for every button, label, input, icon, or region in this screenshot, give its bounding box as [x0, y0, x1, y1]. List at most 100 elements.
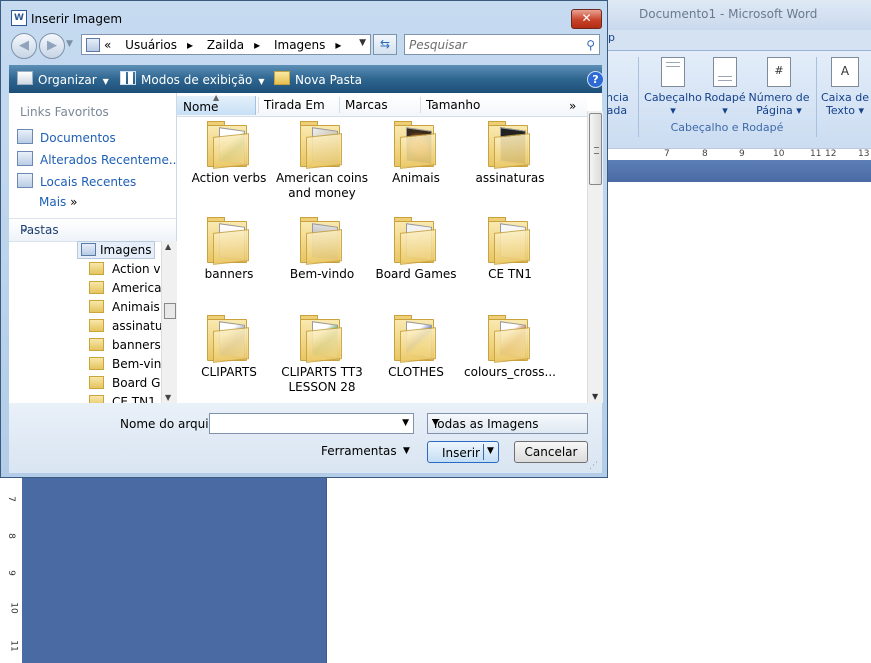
column-name[interactable]: ▲ Nome — [177, 93, 256, 115]
tree-item[interactable]: banners — [89, 338, 161, 352]
insert-options-dropdown-icon[interactable]: ▼ — [487, 446, 494, 456]
back-button[interactable]: ◀ — [11, 33, 37, 59]
search-input[interactable] — [409, 37, 574, 52]
address-dropdown-icon[interactable]: ▼ — [359, 38, 366, 48]
tree-item[interactable]: assinatur — [89, 319, 161, 333]
folder-item[interactable]: CLIPARTS — [177, 315, 281, 380]
breadcrumb-chevron-icon[interactable]: ▸ — [335, 38, 341, 52]
folder-item[interactable]: colours_cross... — [458, 315, 562, 380]
document-page[interactable] — [326, 478, 609, 663]
new-folder-label: Nova Pasta — [295, 73, 362, 87]
more-columns-icon[interactable]: » — [569, 99, 576, 113]
footer-button[interactable]: Rodapé ▾ — [704, 57, 746, 117]
tree-item[interactable]: Action v — [89, 262, 161, 276]
filetype-select[interactable]: Todas as Imagens ▼ — [427, 413, 588, 434]
page-number-button[interactable]: # Número de Página ▾ — [748, 57, 810, 117]
favorite-label: Locais Recentes — [40, 175, 137, 189]
folder-tree: Imagens Action v America Animais assinat… — [9, 241, 161, 403]
ruler-number: 13 — [858, 149, 870, 159]
refresh-button[interactable]: ⇆ — [373, 34, 397, 55]
folder-icon — [300, 217, 344, 265]
tree-label: Imagens — [100, 243, 152, 257]
document-page[interactable] — [608, 182, 871, 663]
column-tags[interactable]: Marcas — [339, 97, 420, 113]
favorite-documents[interactable]: Documentos — [17, 129, 116, 145]
views-button[interactable]: Modos de exibição ▼ — [120, 71, 265, 87]
favorite-recent-places[interactable]: Locais Recentes — [17, 173, 136, 189]
text-box-button[interactable]: A Caixa de Texto ▾ — [820, 57, 870, 117]
chevron-down-icon[interactable]: ▼ — [432, 418, 582, 428]
organize-button[interactable]: Organizar ▼ — [17, 71, 109, 87]
filename-input[interactable] — [213, 416, 393, 431]
tree-label: America — [112, 281, 161, 295]
group-separator — [638, 57, 639, 137]
scroll-down-icon[interactable]: ▼ — [592, 392, 598, 401]
tree-item[interactable]: Board Ga — [89, 376, 161, 390]
folder-tree-scrollbar[interactable]: ▲ ▼ — [161, 241, 177, 403]
search-icon[interactable]: ⚲ — [586, 38, 595, 52]
folder-item[interactable]: CLOTHES — [364, 315, 468, 380]
folder-item[interactable]: CLIPARTS TT3 LESSON 28 — [270, 315, 374, 395]
folder-item[interactable]: assinaturas — [458, 121, 562, 186]
folder-item[interactable]: banners — [177, 217, 281, 282]
chevron-down-icon[interactable]: ▼ — [402, 418, 409, 428]
tree-item[interactable]: Animais — [89, 300, 160, 314]
vertical-ruler[interactable]: 7 8 9 10 11 — [0, 478, 23, 663]
header-button[interactable]: Cabeçalho ▾ — [644, 57, 702, 117]
folder-item[interactable]: Bem-vindo — [270, 217, 374, 282]
folder-item[interactable]: Board Games — [364, 217, 468, 282]
tree-item[interactable]: Bem-vin — [89, 357, 161, 371]
folder-icon — [89, 376, 104, 389]
new-folder-button[interactable]: Nova Pasta — [274, 71, 362, 87]
breadcrumb-overflow[interactable]: « — [104, 38, 111, 52]
word-ribbon-tabs: p — [608, 30, 871, 50]
breadcrumb-chevron-icon[interactable]: ▸ — [187, 38, 193, 52]
folder-item[interactable]: Action verbs — [177, 121, 281, 186]
tree-item[interactable]: CE TN1 — [89, 395, 156, 403]
folder-item[interactable]: CE TN1 — [458, 217, 562, 282]
ruler-number: 8 — [5, 533, 16, 539]
scrollbar-thumb[interactable] — [589, 113, 602, 185]
breadcrumb-item[interactable]: Imagens — [274, 38, 325, 52]
chevron-down-icon[interactable]: ⌄ — [20, 222, 168, 235]
forward-button[interactable]: ▶ — [39, 33, 65, 59]
search-box[interactable]: ⚲ — [404, 34, 600, 55]
recent-pages-dropdown[interactable]: ▼ — [66, 39, 73, 49]
organize-label: Organizar — [38, 73, 97, 87]
help-icon[interactable]: ? — [587, 71, 604, 88]
address-bar[interactable]: « Usuários ▸ Zailda ▸ Imagens ▸ ▼ — [81, 34, 371, 55]
cancel-button[interactable]: Cancelar — [514, 441, 588, 463]
group-separator — [816, 57, 817, 137]
word-window-title: Documento1 - Microsoft Word — [639, 7, 818, 21]
word-tab-fragment[interactable]: p — [608, 31, 615, 44]
folder-item[interactable]: American coins and money — [270, 121, 374, 201]
file-view-scrollbar[interactable]: ▼ — [587, 111, 603, 403]
folder-icon — [394, 121, 438, 169]
breadcrumb-item[interactable]: Usuários — [125, 38, 177, 52]
column-date-taken[interactable]: Tirada Em — [258, 97, 339, 113]
tree-item[interactable]: America — [89, 281, 161, 295]
filename-combobox[interactable]: ▼ — [209, 413, 414, 434]
folders-header[interactable]: Pastas ⌄ — [9, 218, 176, 242]
resize-grip-icon[interactable]: ⋰ — [589, 461, 598, 471]
column-size[interactable]: Tamanho — [420, 97, 501, 113]
folder-item[interactable]: Animais — [364, 121, 468, 186]
folder-icon — [81, 243, 96, 256]
favorite-recently-changed[interactable]: Alterados Recenteme... — [17, 151, 180, 167]
tools-button[interactable]: Ferramentas ▼ — [321, 444, 410, 458]
insert-button[interactable]: Inserir ▼ — [427, 441, 499, 463]
breadcrumb-chevron-icon[interactable]: ▸ — [254, 38, 260, 52]
ruler-number: 12 — [825, 149, 837, 159]
item-label: CLIPARTS TT3 — [281, 365, 363, 379]
scrollbar-thumb[interactable] — [164, 303, 176, 319]
folder-icon — [89, 395, 104, 403]
dialog-title-bar[interactable]: W Inserir Imagem — [9, 5, 599, 27]
item-label: colours_cross... — [464, 365, 556, 379]
ribbon-label: Texto ▾ — [826, 104, 864, 117]
tree-item-imagens[interactable]: Imagens — [77, 241, 156, 259]
scroll-up-icon[interactable]: ▲ — [165, 242, 171, 251]
more-favorites-link[interactable]: Mais » — [39, 195, 77, 209]
close-button[interactable]: ✕ — [571, 9, 602, 29]
scroll-down-icon[interactable]: ▼ — [165, 393, 171, 402]
breadcrumb-item[interactable]: Zailda — [207, 38, 244, 52]
